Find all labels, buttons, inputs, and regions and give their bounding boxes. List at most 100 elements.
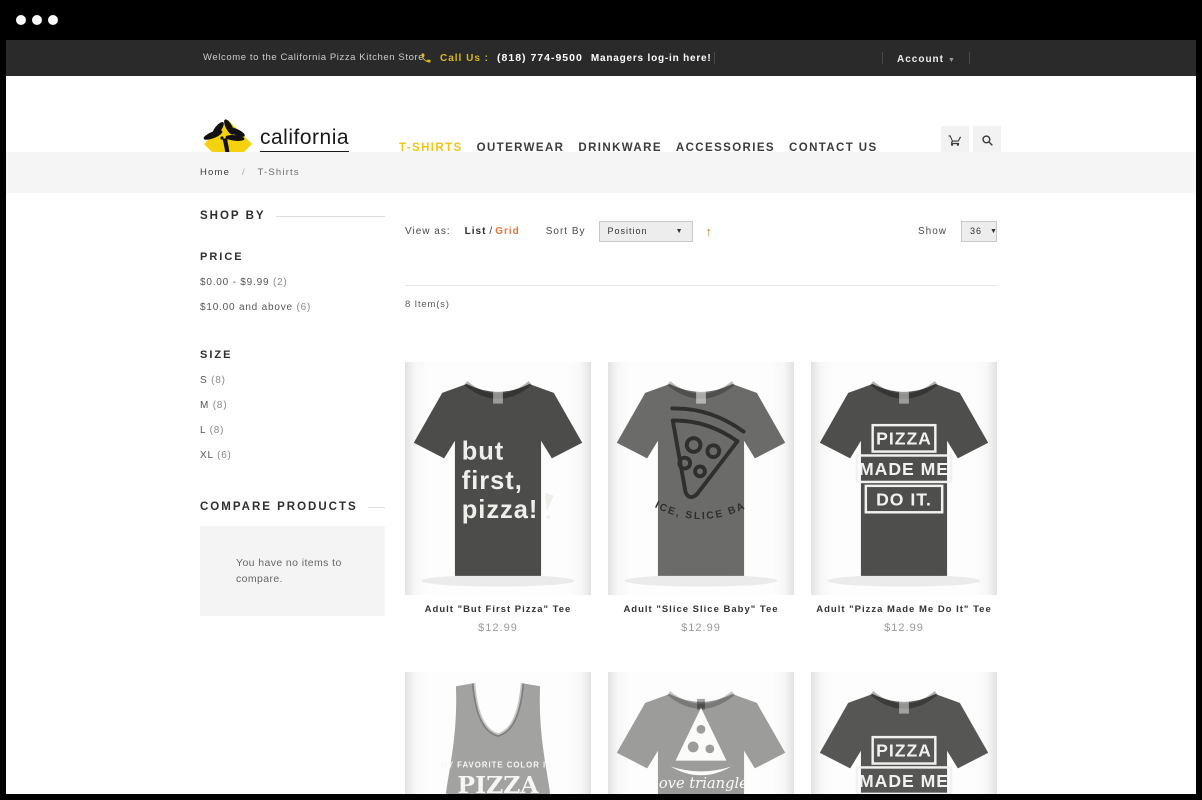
view-as-label: View as:	[405, 226, 451, 237]
shirt-graphic-text: MADE ME	[859, 771, 949, 791]
cart-icon	[948, 133, 962, 147]
product-price: $12.99	[405, 622, 591, 634]
filter-count: (2)	[273, 277, 288, 288]
product-image-pizza-made-me-do-it-2[interactable]: PIZZA MADE ME DO IT.	[811, 672, 997, 794]
account-label: Account	[897, 54, 944, 65]
sort-direction-button[interactable]: ↑	[706, 224, 713, 239]
utility-bar: Welcome to the California Pizza Kitchen …	[6, 40, 1196, 76]
logo-wordmark: california	[260, 126, 349, 153]
window-controls[interactable]	[16, 15, 58, 25]
shirt-graphic-text: love triangle	[654, 775, 748, 792]
filter-count: (8)	[211, 375, 226, 386]
filter-label: S	[200, 375, 207, 386]
sort-by-label: Sort By	[546, 226, 586, 237]
filter-label: L	[200, 425, 206, 436]
price-filter-link[interactable]: $0.00 - $9.99 (2)	[200, 277, 385, 288]
listing-toolbar: View as: List / Grid Sort By Position ▼ …	[405, 220, 997, 242]
filter-count: (6)	[296, 302, 311, 313]
size-filter-heading: SIZE	[200, 349, 385, 361]
product-image-love-triangle[interactable]: love triangle	[608, 672, 794, 794]
divider	[405, 285, 997, 286]
search-button[interactable]	[973, 126, 1001, 154]
window-dot-icon[interactable]	[16, 15, 26, 25]
breadcrumb-home-link[interactable]: Home	[200, 167, 230, 178]
pizza-slice-icon	[545, 493, 554, 519]
cart-button[interactable]	[941, 126, 969, 154]
compare-products-heading: COMPARE PRODUCTS	[200, 501, 385, 513]
shirt-graphic-text: MY FAVORITE COLOR IS.	[440, 760, 555, 769]
product-image-slice-slice-baby[interactable]: SLICE, SLICE BABY	[608, 362, 794, 595]
product-grid: but first, pizza! Adult "But First Pizza…	[405, 362, 997, 794]
product-price: $12.99	[811, 622, 997, 634]
call-us-group: Call Us : (818) 774-9500 Managers log-in…	[420, 40, 712, 76]
main-header: california PIZZA KITCHEN T-SHIRTS OUTERW…	[6, 76, 1196, 152]
call-us-label: Call Us :	[440, 53, 489, 64]
account-menu[interactable]: Account▼	[897, 49, 955, 67]
window-dot-icon[interactable]	[32, 15, 42, 25]
product-title[interactable]: Adult "Slice Slice Baby" Tee	[608, 603, 794, 617]
show-select[interactable]: 36 ▼	[961, 221, 997, 242]
shirt-graphic-text: PIZZA	[876, 429, 932, 449]
product-title[interactable]: Adult "Pizza Made Me Do It" Tee	[811, 603, 997, 617]
product-card: MY FAVORITE COLOR IS. PIZZA	[405, 672, 591, 794]
divider	[882, 52, 883, 64]
shirt-graphic-text: first,	[462, 467, 523, 495]
breadcrumb-bar: Home / T-Shirts	[6, 152, 1196, 193]
size-filter-link-xl[interactable]: XL (6)	[200, 450, 385, 461]
managers-login-link[interactable]: Managers log-in here!	[591, 53, 712, 64]
compare-products-box: You have no items to compare.	[200, 526, 385, 616]
shop-by-heading: SHOP BY	[200, 210, 385, 222]
view-separator: /	[489, 226, 492, 237]
product-image-but-first-pizza[interactable]: but first, pizza!	[405, 362, 591, 595]
filter-label: $10.00 and above	[200, 302, 293, 313]
product-card: PIZZA MADE ME DO IT.	[811, 672, 997, 794]
divider	[969, 52, 970, 64]
sort-value: Position	[608, 226, 648, 236]
product-title[interactable]: Adult "But First Pizza" Tee	[405, 603, 591, 617]
filter-count: (8)	[210, 425, 225, 436]
show-group: Show 36 ▼	[918, 221, 997, 242]
filter-count: (6)	[217, 450, 232, 461]
shirt-graphic-text: PIZZA	[457, 771, 539, 794]
product-card: SLICE, SLICE BABY Adult "Slice Slice Bab…	[608, 362, 794, 672]
product-image-favorite-color-pizza-tank[interactable]: MY FAVORITE COLOR IS. PIZZA	[405, 672, 591, 794]
filter-label: XL	[200, 450, 213, 461]
price-filter-heading: PRICE	[200, 251, 385, 263]
show-label: Show	[918, 226, 947, 237]
product-listing: View as: List / Grid Sort By Position ▼ …	[405, 220, 997, 794]
chevron-down-icon: ▼	[676, 228, 684, 235]
compare-empty-message: You have no items to compare.	[236, 555, 354, 587]
item-count: 8 Item(s)	[405, 299, 997, 310]
shirt-graphic-text: pizza!	[462, 496, 539, 524]
breadcrumb-separator: /	[242, 167, 246, 178]
sidebar-filters: SHOP BY PRICE $0.00 - $9.99 (2) $10.00 a…	[200, 210, 385, 616]
window-title-bar	[0, 0, 1202, 40]
chevron-down-icon: ▼	[990, 228, 998, 235]
search-icon	[981, 134, 994, 147]
filter-label: $0.00 - $9.99	[200, 277, 269, 288]
welcome-message: Welcome to the California Pizza Kitchen …	[203, 40, 424, 76]
view-list-link[interactable]: List	[465, 226, 487, 237]
view-grid-link[interactable]: Grid	[495, 226, 520, 237]
product-card: love triangle	[608, 672, 794, 794]
shirt-graphic-text: DO IT.	[876, 489, 932, 509]
phone-icon	[420, 52, 432, 64]
filter-label: M	[200, 400, 209, 411]
product-image-pizza-made-me-do-it[interactable]: PIZZA MADE ME DO IT.	[811, 362, 997, 595]
size-filter-link-l[interactable]: L (8)	[200, 425, 385, 436]
price-filter-link[interactable]: $10.00 and above (6)	[200, 302, 385, 313]
size-filter-link-m[interactable]: M (8)	[200, 400, 385, 411]
filter-count: (8)	[213, 400, 228, 411]
sort-select[interactable]: Position ▼	[599, 221, 693, 242]
divider	[714, 52, 715, 64]
show-value: 36	[970, 226, 982, 236]
breadcrumb-current: T-Shirts	[258, 167, 300, 178]
breadcrumb: Home / T-Shirts	[200, 152, 300, 193]
size-filter-link-s[interactable]: S (8)	[200, 375, 385, 386]
account-group: Account▼	[882, 40, 970, 76]
browser-window: Welcome to the California Pizza Kitchen …	[0, 0, 1202, 800]
phone-number: (818) 774-9500	[497, 52, 583, 64]
window-dot-icon[interactable]	[48, 15, 58, 25]
shirt-graphic-text: MADE ME	[859, 459, 949, 479]
shirt-graphic-text: but	[462, 437, 504, 465]
